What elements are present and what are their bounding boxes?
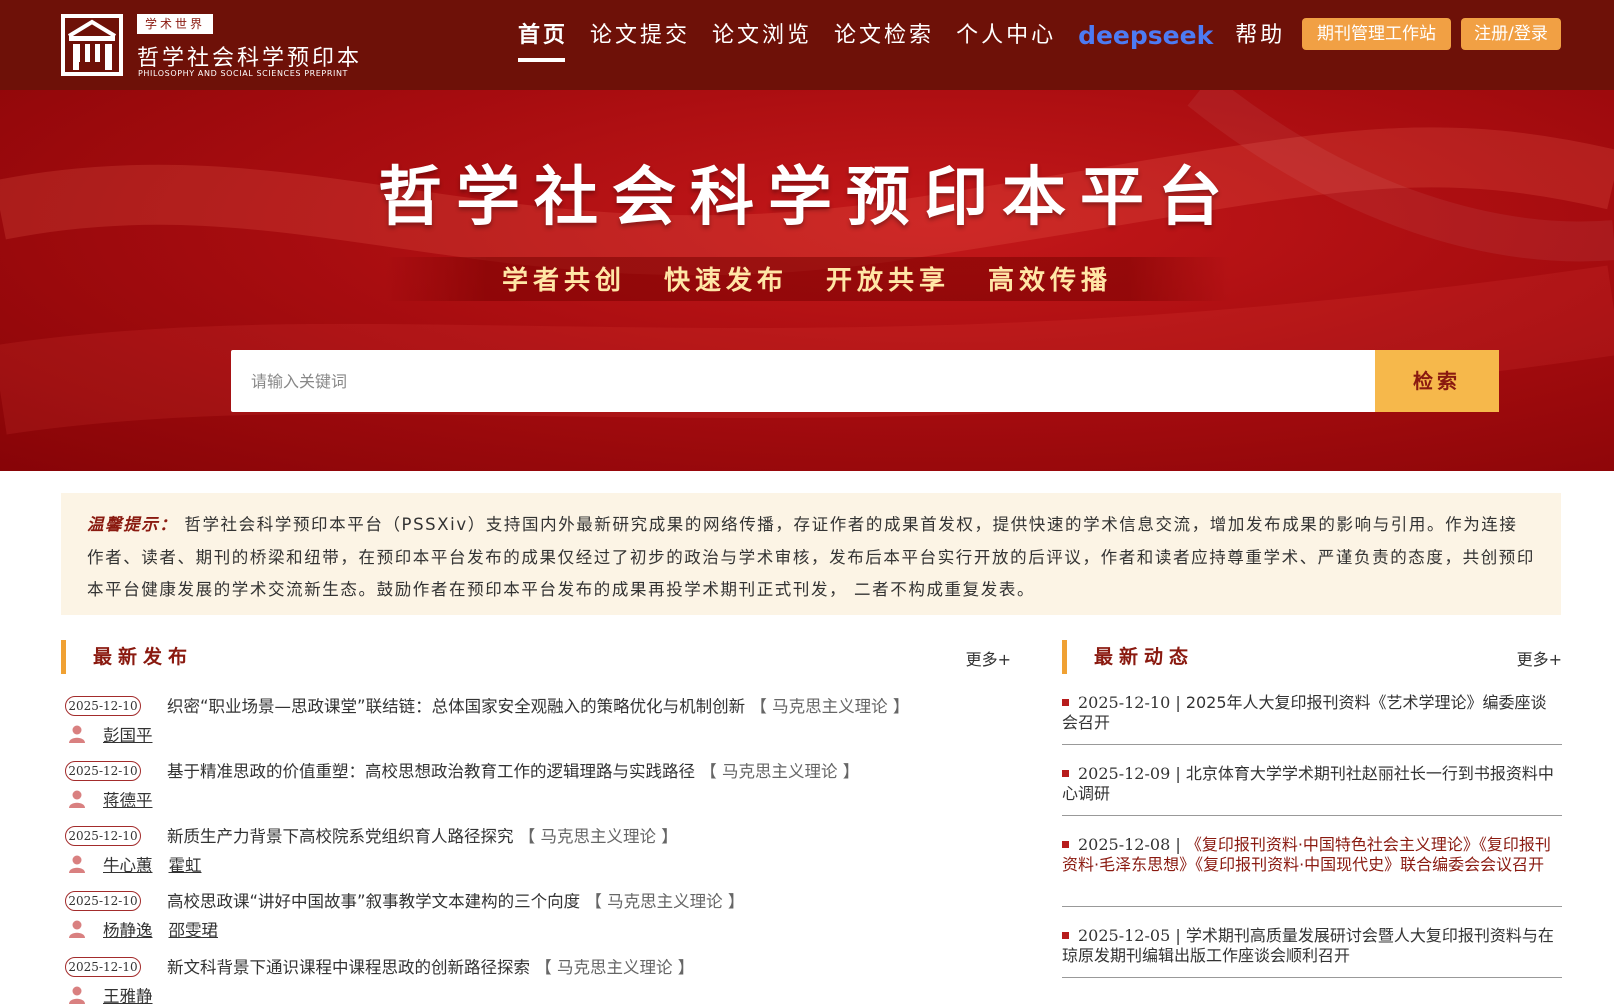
person-icon: [69, 855, 85, 873]
publication-title: 新文科背景下通识课程中课程思政的创新路径探索: [167, 958, 530, 977]
news-date: 2025-12-10: [1078, 693, 1171, 712]
news-separator: |: [1170, 764, 1186, 783]
nav-home[interactable]: 首页: [518, 0, 568, 90]
hero-banner: 哲学社会科学预印本平台 学者共创 快速发布 开放共享 高效传播 检索: [0, 90, 1614, 471]
publication-title-link[interactable]: 基于精准思政的价值重塑：高校思想政治教育工作的逻辑理路与实践路径 【 马克思主义…: [167, 758, 859, 782]
main-nav: 首页 论文提交 论文浏览 论文检索 个人中心 deepseek 帮助: [518, 0, 1307, 90]
latest-more-link[interactable]: 更多+: [966, 646, 1011, 670]
publication-authors: 牛心蕙 霍虹: [69, 852, 218, 876]
publication-category: 【 马克思主义理论 】: [518, 827, 678, 846]
notice-text: 哲学社会科学预印本平台（PSSXiv）支持国内外最新研究成果的网络传播，存证作者…: [87, 515, 1535, 599]
person-icon: [69, 725, 85, 743]
person-icon: [69, 986, 85, 1004]
person-icon: [69, 790, 85, 808]
author-link[interactable]: 霍虹: [169, 852, 202, 876]
publication-date: 2025-12-10: [65, 696, 141, 716]
news-date: 2025-12-08: [1078, 835, 1171, 854]
nav-browse-papers[interactable]: 论文浏览: [712, 0, 812, 90]
publication-category: 【 马克思主义理论 】: [700, 762, 860, 781]
news-separator: |: [1170, 693, 1186, 712]
slogan-item: 开放共享: [826, 266, 951, 296]
register-login-button[interactable]: 注册/登录: [1461, 18, 1561, 50]
latest-section-header: 最新发布 更多+: [61, 640, 1011, 674]
journal-workstation-button[interactable]: 期刊管理工作站: [1302, 18, 1451, 50]
publication-authors: 杨静逸 邵雯珺: [69, 917, 234, 941]
publication-title-link[interactable]: 高校思政课“讲好中国故事”叙事教学文本建构的三个向度 【 马克思主义理论 】: [167, 888, 744, 912]
hero-title: 哲学社会科学预印本平台: [378, 161, 1236, 235]
section-accent-bar: [1062, 640, 1067, 674]
nav-submit-paper[interactable]: 论文提交: [590, 0, 690, 90]
publication-category: 【 马克思主义理论 】: [585, 892, 745, 911]
nav-personal-center[interactable]: 个人中心: [956, 0, 1056, 90]
slogan-item: 学者共创: [501, 266, 626, 296]
site-logo[interactable]: 学术世界 哲学社会科学预印本 PHILOSOPHY AND SOCIAL SCI…: [61, 14, 363, 78]
news-date: 2025-12-09: [1078, 764, 1171, 783]
search-button[interactable]: 检索: [1375, 350, 1499, 412]
search-box: [231, 350, 1375, 412]
publication-date: 2025-12-10: [65, 891, 141, 911]
news-item[interactable]: 2025-12-05 | 学术期刊高质量发展研讨会暨人大复印报刊资料与在琼原发期…: [1062, 926, 1562, 978]
news-bullet: [1062, 770, 1069, 777]
person-icon: [69, 920, 85, 938]
top-navigation-bar: 学术世界 哲学社会科学预印本 PHILOSOPHY AND SOCIAL SCI…: [0, 0, 1614, 90]
logo-tag: 学术世界: [137, 14, 214, 34]
logo-chinese-name: 哲学社会科学预印本: [137, 46, 363, 71]
author-link[interactable]: 邵雯珺: [169, 917, 219, 941]
logo-english-name: PHILOSOPHY AND SOCIAL SCIENCES PREPRINT: [138, 69, 349, 78]
publication-title: 高校思政课“讲好中国故事”叙事教学文本建构的三个向度: [167, 892, 581, 911]
news-bullet: [1062, 699, 1069, 706]
publication-authors: 彭国平: [69, 722, 169, 746]
author-link[interactable]: 彭国平: [103, 722, 153, 746]
publication-title: 新质生产力背景下高校院系党组织育人路径探究: [167, 827, 514, 846]
author-link[interactable]: 杨静逸: [103, 917, 153, 941]
search-input[interactable]: [231, 350, 1375, 412]
publication-authors: 蒋德平: [69, 787, 169, 811]
news-bullet: [1062, 841, 1069, 848]
notice-label: 温馨提示：: [87, 515, 178, 534]
publication-date: 2025-12-10: [65, 826, 141, 846]
publication-date: 2025-12-10: [65, 761, 141, 781]
news-section-title: 最新动态: [1094, 646, 1195, 668]
news-item[interactable]: 2025-12-10 | 2025年人大复印报刊资料《艺术学理论》编委座谈会召开: [1062, 693, 1562, 745]
latest-section-title: 最新发布: [93, 646, 194, 668]
news-item[interactable]: 2025-12-08 | 《复印报刊资料·中国特色社会主义理论》《复印报刊资料·…: [1062, 835, 1562, 907]
slogan-item: 高效传播: [988, 266, 1113, 296]
publication-title-link[interactable]: 新文科背景下通识课程中课程思政的创新路径探索 【 马克思主义理论 】: [167, 954, 694, 978]
publication-date: 2025-12-10: [65, 957, 141, 977]
news-more-link[interactable]: 更多+: [1517, 646, 1562, 670]
publication-title: 织密“职业场景—思政课堂”联结链：总体国家安全观融入的策略优化与机制创新: [167, 697, 746, 716]
slogan-item: 快速发布: [663, 266, 788, 296]
publication-authors: 王雅静: [69, 983, 169, 1006]
publication-title-link[interactable]: 织密“职业场景—思政课堂”联结链：总体国家安全观融入的策略优化与机制创新 【 马…: [167, 693, 909, 717]
author-link[interactable]: 蒋德平: [103, 787, 153, 811]
news-section-header: 最新动态 更多+: [1062, 640, 1562, 674]
author-link[interactable]: 牛心蕙: [103, 852, 153, 876]
publication-title: 基于精准思政的价值重塑：高校思想政治教育工作的逻辑理路与实践路径: [167, 762, 695, 781]
author-link[interactable]: 王雅静: [103, 983, 153, 1006]
notice-panel: 温馨提示： 哲学社会科学预印本平台（PSSXiv）支持国内外最新研究成果的网络传…: [61, 493, 1561, 615]
news-item[interactable]: 2025-12-09 | 北京体育大学学术期刊社赵丽社长一行到书报资料中心调研: [1062, 764, 1562, 816]
publication-title-link[interactable]: 新质生产力背景下高校院系党组织育人路径探究 【 马克思主义理论 】: [167, 823, 678, 847]
nav-deepseek[interactable]: deepseek: [1078, 0, 1213, 90]
news-date: 2025-12-05: [1078, 926, 1171, 945]
news-separator: |: [1170, 835, 1186, 854]
publication-category: 【 马克思主义理论 】: [750, 697, 910, 716]
news-bullet: [1062, 932, 1069, 939]
news-separator: |: [1170, 926, 1186, 945]
nav-help[interactable]: 帮助: [1235, 0, 1285, 90]
slogan-list: 学者共创 快速发布 开放共享 高效传播: [0, 260, 1614, 297]
nav-search-papers[interactable]: 论文检索: [834, 0, 934, 90]
building-logo-icon: [61, 14, 123, 76]
publication-category: 【 马克思主义理论 】: [535, 958, 695, 977]
section-accent-bar: [61, 640, 66, 674]
